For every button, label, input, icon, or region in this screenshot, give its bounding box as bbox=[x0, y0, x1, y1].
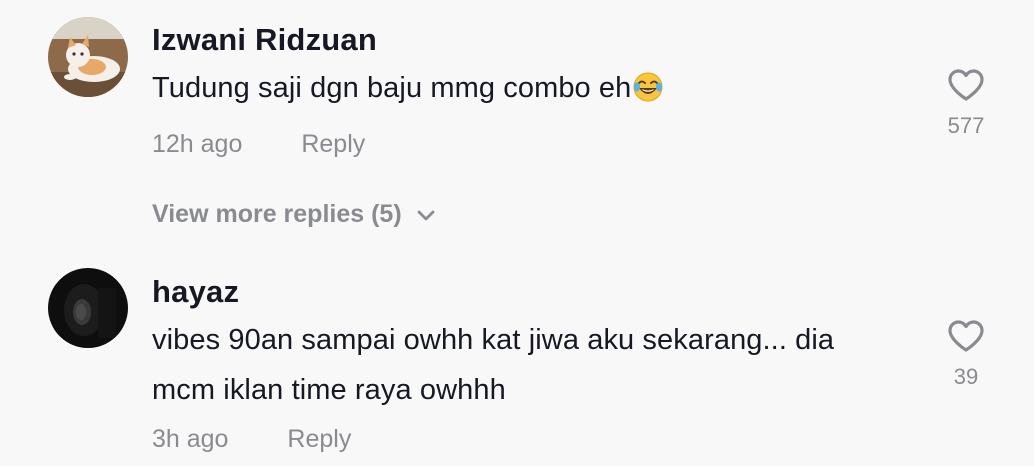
like-block: 577 bbox=[936, 68, 996, 139]
username[interactable]: hayaz bbox=[152, 274, 239, 310]
comment-text: Tudung saji dgn baju mmg combo eh bbox=[152, 63, 912, 119]
like-count: 577 bbox=[947, 113, 985, 138]
face-with-tears-of-joy-icon bbox=[632, 69, 664, 119]
comment-text: vibes 90an sampai owhh kat jiwa aku seka… bbox=[152, 315, 912, 415]
comment-text-line: mcm iklan time raya owhhh bbox=[152, 374, 506, 406]
username[interactable]: Izwani Ridzuan bbox=[152, 22, 377, 58]
comment-text-line: vibes 90an sampai owhh kat jiwa aku seka… bbox=[152, 324, 835, 356]
comments-section: Izwani Ridzuan Tudung saji dgn baju mmg … bbox=[0, 0, 1034, 466]
heart-icon[interactable] bbox=[947, 319, 985, 353]
comment-text-body: Tudung saji dgn baju mmg combo eh bbox=[152, 72, 632, 104]
avatar[interactable] bbox=[48, 17, 128, 97]
like-block: 39 bbox=[936, 319, 996, 390]
chevron-down-icon bbox=[416, 200, 436, 229]
heart-icon[interactable] bbox=[947, 68, 985, 102]
like-count: 39 bbox=[953, 364, 979, 389]
reply-button[interactable]: Reply bbox=[301, 130, 365, 158]
timestamp: 3h ago bbox=[152, 425, 229, 453]
comment-meta: 3h ago Reply bbox=[152, 425, 351, 454]
comment-meta: 12h ago Reply bbox=[152, 130, 365, 159]
avatar[interactable] bbox=[48, 268, 128, 348]
view-more-replies-button[interactable]: View more replies (5) bbox=[152, 200, 436, 229]
timestamp: 12h ago bbox=[152, 130, 243, 158]
reply-button[interactable]: Reply bbox=[287, 425, 351, 453]
view-more-replies-label: View more replies (5) bbox=[152, 200, 402, 228]
